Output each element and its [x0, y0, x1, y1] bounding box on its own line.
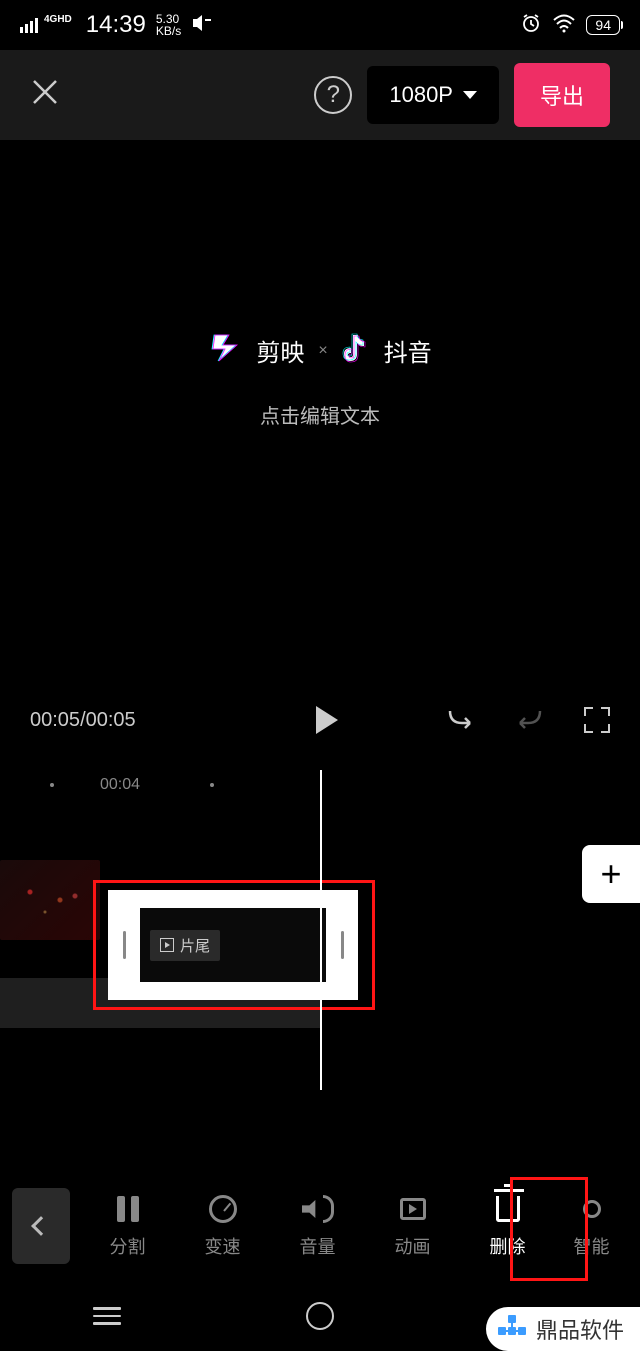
add-clip-button[interactable]: +: [582, 845, 640, 903]
playback-controls: 00:05/00:05: [0, 680, 640, 760]
wifi-icon: [552, 13, 576, 38]
network-type: 4GHD: [44, 14, 72, 25]
tool-highlight: [510, 1177, 588, 1281]
nav-home-button[interactable]: [306, 1302, 334, 1330]
chevron-down-icon: [463, 91, 477, 99]
alarm-icon: [520, 12, 542, 39]
playhead[interactable]: [320, 770, 322, 1090]
edit-text-hint[interactable]: 点击编辑文本: [260, 400, 380, 429]
douyin-logo-icon: [342, 332, 370, 369]
tool-split[interactable]: 分割: [92, 1193, 164, 1259]
help-button[interactable]: ?: [314, 76, 352, 114]
jianying-logo-icon: [208, 331, 242, 370]
top-toolbar: ? 1080P 导出: [0, 50, 640, 140]
resolution-dropdown[interactable]: 1080P: [367, 66, 499, 124]
tool-volume[interactable]: 音量: [282, 1193, 354, 1259]
play-button[interactable]: [210, 706, 444, 734]
brand-b-label: 抖音: [384, 333, 432, 368]
volume-icon: [302, 1193, 334, 1225]
selection-highlight: [93, 880, 375, 1010]
status-time: 14:39: [86, 11, 146, 39]
tool-animation[interactable]: 动画: [377, 1193, 449, 1259]
tool-speed[interactable]: 变速: [187, 1193, 259, 1259]
export-button[interactable]: 导出: [514, 63, 610, 127]
brand-a-label: 剪映: [256, 333, 304, 368]
video-preview[interactable]: 剪映 × 抖音 点击编辑文本: [0, 180, 640, 580]
volume-icon: [191, 13, 213, 38]
timeline[interactable]: 00:04 片尾 +: [0, 770, 640, 1090]
battery-indicator: 94: [586, 15, 620, 35]
status-bar: 4GHD 14:39 5.30KB/s 94: [0, 0, 640, 50]
undo-button[interactable]: [444, 703, 476, 737]
play-icon: [316, 706, 338, 734]
nav-recent-button[interactable]: [93, 1307, 121, 1325]
bottom-toolbar: 分割 变速 音量 动画 删除 智能: [0, 1171, 640, 1281]
tools-back-button[interactable]: [12, 1188, 70, 1264]
ruler-timestamp: 00:04: [100, 776, 140, 794]
separator: ×: [318, 342, 327, 360]
redo-button[interactable]: [514, 703, 546, 737]
system-nav: [0, 1281, 640, 1351]
close-button[interactable]: [30, 74, 60, 116]
fullscreen-button[interactable]: [584, 707, 610, 733]
split-icon: [112, 1193, 144, 1225]
data-rate: 5.30KB/s: [156, 13, 181, 37]
brand-row: 剪映 × 抖音: [208, 331, 431, 370]
chevron-left-icon: [31, 1216, 51, 1236]
time-display: 00:05/00:05: [30, 709, 210, 732]
animation-icon: [400, 1198, 426, 1220]
speed-icon: [209, 1195, 237, 1223]
video-clip-thumbnail[interactable]: [0, 860, 100, 940]
signal-icon: [20, 18, 38, 33]
